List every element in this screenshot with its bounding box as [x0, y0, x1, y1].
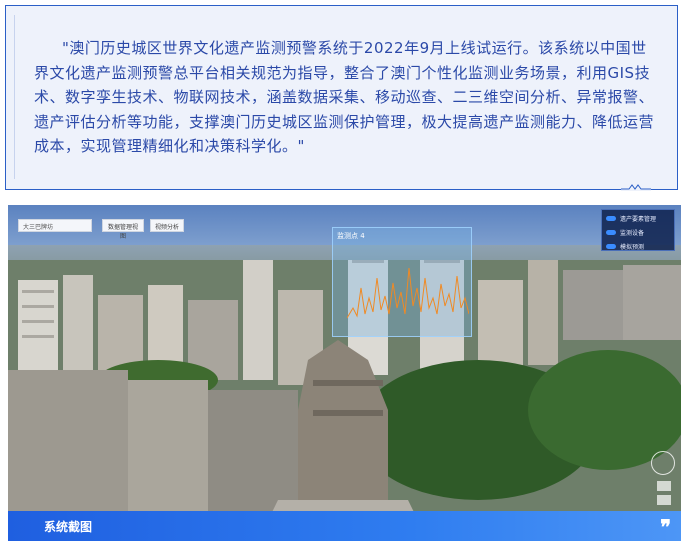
layer-row[interactable]: 监测设备: [602, 226, 674, 238]
quote-mark-icon: ❞: [660, 515, 671, 539]
data-view-button[interactable]: 数据管理视图: [102, 219, 144, 240]
zoom-in-icon[interactable]: [657, 481, 671, 491]
quote-card: "澳门历史城区世界文化遗产监测预警系统于2022年9月上线试运行。该系统以中国世…: [5, 5, 678, 191]
caption-text: 系统截图: [44, 520, 93, 534]
layer-label: 监测设备: [620, 229, 645, 237]
layer-panel: 遗产要素管理 监测设备 模拟预测: [601, 209, 675, 251]
video-analysis-button[interactable]: 视频分析: [150, 219, 184, 232]
monitor-spark-chart: [347, 267, 469, 319]
layer-row[interactable]: 遗产要素管理: [602, 212, 674, 224]
layer-row[interactable]: 模拟预测: [602, 240, 674, 252]
toggle-icon[interactable]: [606, 229, 616, 235]
monitor-popup[interactable]: 监测点 4: [332, 227, 472, 337]
caption-bar: 系统截图 ❞: [8, 511, 681, 541]
wave-accent-icon: [621, 183, 651, 191]
quote-text: "澳门历史城区世界文化遗产监测预警系统于2022年9月上线试运行。该系统以中国世…: [34, 39, 655, 155]
zoom-out-icon[interactable]: [657, 495, 671, 505]
layer-label: 模拟预测: [620, 243, 645, 251]
compass-icon[interactable]: [651, 451, 675, 475]
location-select[interactable]: 大三巴牌坊: [18, 219, 92, 232]
toggle-icon[interactable]: [606, 243, 616, 249]
toggle-icon[interactable]: [606, 215, 616, 221]
popup-title: 监测点 4: [337, 232, 365, 240]
layer-label: 遗产要素管理: [620, 215, 657, 223]
system-screenshot: 大三巴牌坊 数据管理视图 视频分析 遗产要素管理 监测设备 模拟预测 监测点 4…: [8, 205, 681, 541]
